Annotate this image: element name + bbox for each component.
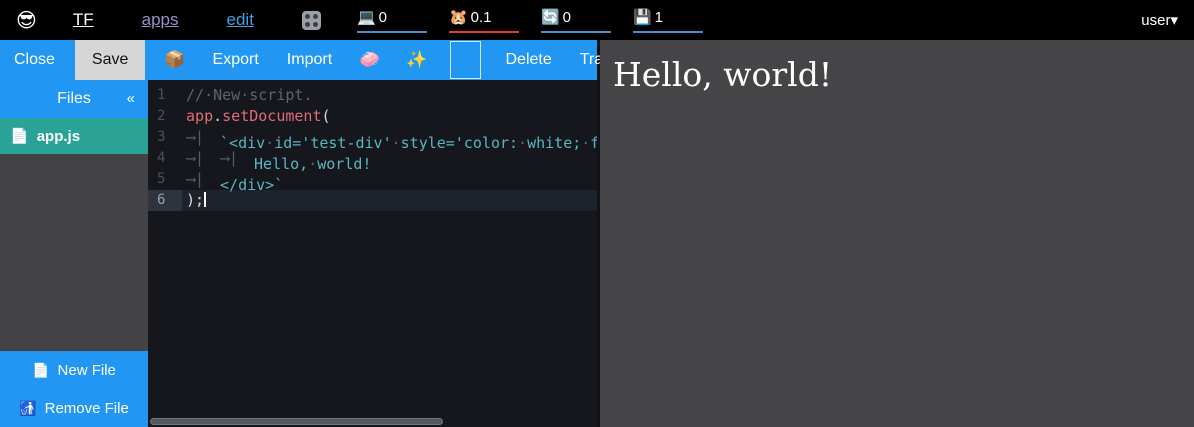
tab-whitespace-icon: ⟶|: [186, 148, 220, 169]
space-whitespace-icon: ·: [581, 134, 590, 152]
code-line[interactable]: 5⟶|</div>`: [148, 169, 597, 190]
token-name: setDocument: [222, 107, 321, 125]
code-line[interactable]: 2app.setDocument(: [148, 106, 597, 127]
soap-icon[interactable]: 🧼: [346, 50, 393, 70]
hamster-gauge: 🐹0.1: [449, 7, 519, 33]
code-line[interactable]: 6);: [148, 190, 597, 211]
floppy-icon: 💾: [633, 10, 652, 25]
space-whitespace-icon: ·: [308, 155, 317, 173]
sparkles-icon[interactable]: ✨: [393, 50, 440, 70]
code-editor[interactable]: 1//·New·script.2app.setDocument(3⟶|`<div…: [148, 80, 597, 427]
text-cursor: [204, 192, 206, 207]
horizontal-scrollbar-thumb[interactable]: [150, 418, 443, 425]
laptop-gauge: 💻0: [357, 7, 427, 33]
tab-whitespace-icon: ⟶|: [186, 169, 220, 190]
collapse-sidebar-icon[interactable]: «: [127, 90, 135, 107]
line-number: 1: [148, 85, 182, 106]
gauge-value: 0.1: [471, 9, 492, 26]
files-header-label: Files: [57, 90, 91, 108]
floppy-gauge: 💾1: [633, 7, 703, 33]
laptop-icon: 💻: [357, 10, 376, 25]
space-whitespace-icon: ·: [518, 134, 527, 152]
new-file-label: New File: [58, 362, 116, 379]
file-item-appjs[interactable]: 📄 app.js: [0, 118, 148, 154]
refresh-gauge: 🔄0: [541, 7, 611, 33]
space-whitespace-icon: ·: [240, 86, 249, 104]
nav-link-edit[interactable]: edit: [227, 10, 254, 30]
line-number: 5: [148, 169, 182, 190]
remove-file-button[interactable]: 🚮 Remove File: [0, 389, 148, 427]
line-number: 2: [148, 106, 182, 127]
code-lines: 1//·New·script.2app.setDocument(3⟶|`<div…: [148, 85, 597, 211]
new-file-button[interactable]: 📄 New File: [0, 351, 148, 389]
token-plain: (: [321, 107, 330, 125]
new-file-icon: 📄: [32, 363, 49, 377]
token-plain: );: [186, 191, 204, 209]
top-bar: 😎 TF apps edit 💻0🐹0.1🔄0💾1 user▾: [0, 0, 1194, 40]
space-whitespace-icon: ·: [392, 134, 401, 152]
token-plain: .: [213, 107, 222, 125]
hamster-icon: 🐹: [449, 10, 468, 25]
file-icon: 📄: [10, 127, 29, 145]
token-comment: //·New·script.: [186, 86, 312, 104]
sidebar-filler: [0, 154, 148, 351]
code-line[interactable]: 3⟶|`<div·id='test-div'·style='color:·whi…: [148, 127, 597, 148]
save-button[interactable]: Save: [75, 40, 145, 80]
gauge-value: 1: [655, 9, 663, 26]
gauge-value: 0: [563, 9, 571, 26]
dice-icon[interactable]: [302, 11, 321, 30]
code-line-content: ⟶|</div>`: [182, 169, 283, 190]
code-line-content: ⟶|`<div·id='test-div'·style='color:·whit…: [182, 127, 597, 148]
caret-down-icon: ▾: [1170, 12, 1178, 29]
nav-link-apps[interactable]: apps: [142, 10, 179, 30]
remove-file-icon: 🚮: [19, 401, 36, 415]
nav-link-tf[interactable]: TF: [73, 10, 94, 30]
tab-whitespace-icon: ⟶|: [186, 127, 220, 148]
close-button[interactable]: Close: [0, 51, 69, 69]
token-name: app: [186, 107, 213, 125]
delete-button[interactable]: Delete: [491, 51, 565, 69]
token-string: </div>`: [220, 176, 283, 194]
editor-toolbar: Close Save 📦 Export Import 🧼 ✨ Delete Tr…: [0, 40, 597, 80]
line-number: 3: [148, 127, 182, 148]
files-sidebar: Files « 📄 app.js 📄 New File 🚮 Remove Fil…: [0, 80, 148, 427]
import-button[interactable]: Import: [273, 51, 346, 69]
app-logo-icon[interactable]: 😎: [16, 8, 37, 33]
code-line[interactable]: 1//·New·script.: [148, 85, 597, 106]
line-number: 4: [148, 148, 182, 169]
remove-file-label: Remove File: [45, 400, 129, 417]
line-number: 6: [148, 190, 182, 211]
code-line-content: app.setDocument(: [182, 106, 331, 127]
package-icon[interactable]: 📦: [151, 50, 198, 70]
gauge-value: 0: [379, 9, 387, 26]
files-header: Files «: [0, 80, 148, 118]
gauge-group: 💻0🐹0.1🔄0💾1: [357, 7, 703, 33]
user-menu[interactable]: user▾: [1141, 11, 1178, 29]
file-name: app.js: [37, 128, 80, 145]
preview-hello-text: Hello, world!: [613, 55, 1194, 94]
editor-pane: Close Save 📦 Export Import 🧼 ✨ Delete Tr…: [0, 40, 600, 427]
refresh-icon: 🔄: [541, 10, 560, 25]
code-line-content: //·New·script.: [182, 85, 312, 106]
code-line-content: ⟶|⟶|Hello,·world!: [182, 148, 371, 169]
preview-pane: Hello, world!: [600, 40, 1194, 427]
code-line-content: );: [182, 190, 206, 211]
tab-whitespace-icon: ⟶|: [220, 148, 254, 169]
blank-button[interactable]: [450, 41, 481, 79]
space-whitespace-icon: ·: [204, 86, 213, 104]
export-button[interactable]: Export: [199, 51, 273, 69]
